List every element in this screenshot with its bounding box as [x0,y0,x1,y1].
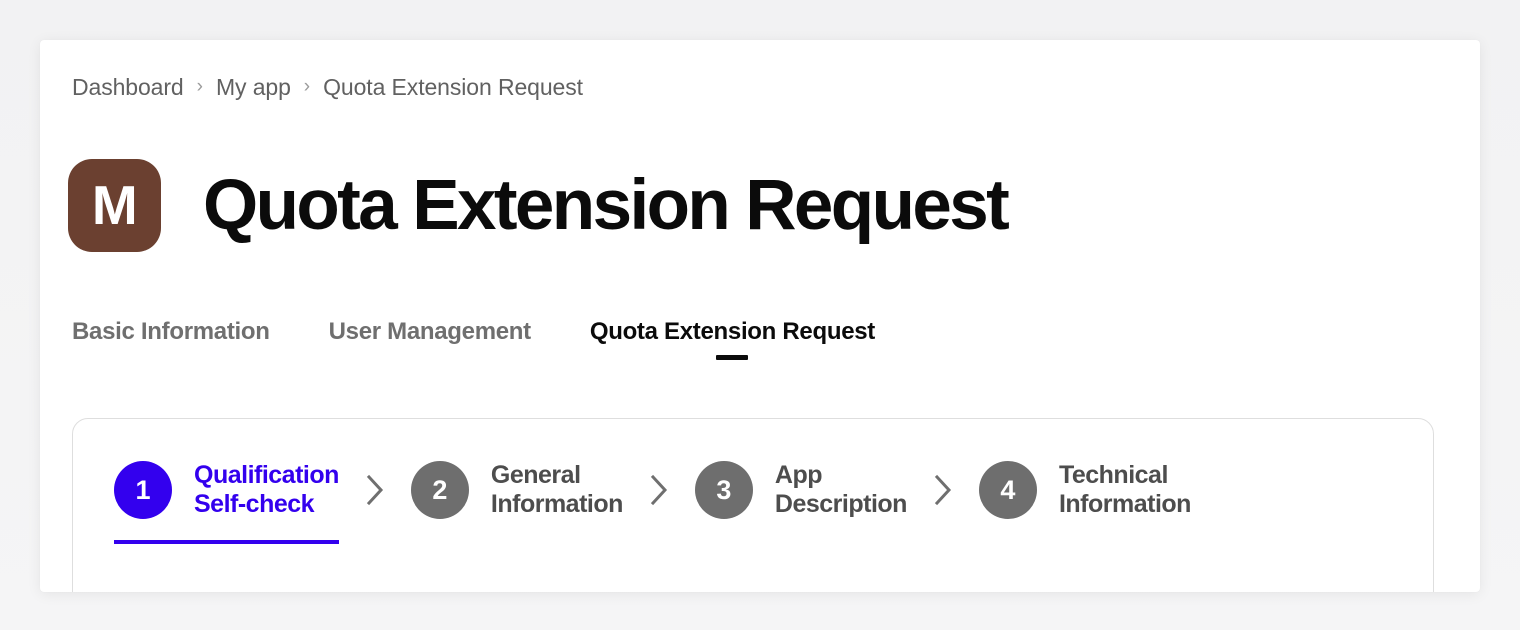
app-root: Dashboard › My app › Quota Extension Req… [0,0,1520,630]
breadcrumb-item-dashboard[interactable]: Dashboard [72,74,184,101]
step-number-badge: 3 [694,461,753,520]
step-number-badge: 1 [114,461,172,520]
chevron-right-icon [933,461,953,519]
stepper: 1 Qualification Self-check 2 General Inf… [114,461,1191,558]
tab-basic-information[interactable]: Basic Information [72,318,270,362]
chevron-right-icon [649,461,669,519]
step-label: Qualification Self-check [194,461,339,519]
step-2-general-information[interactable]: 2 General Information [410,461,624,558]
breadcrumb-item-current: Quota Extension Request [323,73,583,100]
chevron-right-icon: › [303,75,311,97]
breadcrumb: Dashboard › My app › Quota Extension Req… [72,72,583,102]
page-header: M Quota Extension Request [68,157,1010,253]
tab-user-management[interactable]: User Management [329,318,532,362]
step-label: General Information [490,461,624,519]
tab-bar: Basic Information User Management Quota … [72,318,875,378]
breadcrumb-item-my-app[interactable]: My app [216,74,291,101]
step-label: Technical Information [1058,461,1192,519]
chevron-right-icon: › [196,75,203,97]
step-4-technical-information[interactable]: 4 Technical Information [978,461,1192,558]
page-panel: Dashboard › My app › Quota Extension Req… [40,40,1480,592]
page-title: Quota Extension Request [203,165,1010,245]
avatar: M [68,158,161,252]
tab-quota-extension-request[interactable]: Quota Extension Request [590,318,875,362]
step-3-app-description[interactable]: 3 App Description [694,461,908,558]
step-number-badge: 2 [410,461,469,520]
stepper-card: 1 Qualification Self-check 2 General Inf… [72,418,1434,592]
step-label: App Description [774,461,908,519]
step-number-badge: 4 [978,461,1037,520]
chevron-right-icon [365,461,385,519]
step-1-qualification-self-check[interactable]: 1 Qualification Self-check [114,461,339,558]
